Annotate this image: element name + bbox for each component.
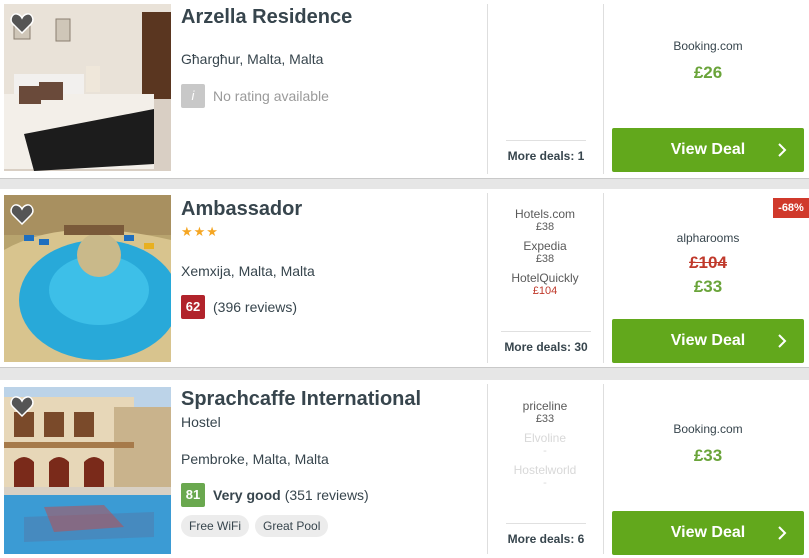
favorite-heart-icon[interactable] — [10, 203, 34, 225]
divider — [603, 384, 604, 554]
more-deals-link[interactable]: More deals: 30 — [501, 331, 591, 354]
hotel-name[interactable]: Arzella Residence — [181, 6, 352, 29]
favorite-heart-icon[interactable] — [10, 12, 34, 34]
rating-row: 81 Very good (351 reviews) — [181, 483, 369, 507]
card-separator — [0, 178, 809, 189]
view-deal-button[interactable]: View Deal — [612, 511, 804, 555]
chevron-right-icon — [778, 526, 787, 540]
rating-score-badge: 81 — [181, 483, 205, 507]
other-deal: Hostelworld - — [500, 463, 590, 489]
property-type: Hostel — [181, 414, 221, 430]
other-deal[interactable]: Hotels.com £38 — [500, 207, 590, 233]
deal-price: £26 — [693, 63, 723, 82]
other-deal[interactable]: Expedia £38 — [500, 239, 590, 265]
hotel-name[interactable]: Sprachcaffe International — [181, 388, 421, 411]
rating-score-badge: i — [181, 84, 205, 108]
chevron-right-icon — [778, 334, 787, 348]
deal-site-price: - — [543, 445, 547, 457]
review-count[interactable]: (396 reviews) — [213, 299, 297, 315]
rating-label: Very good — [213, 487, 281, 503]
deal-site-name: priceline — [522, 399, 568, 413]
more-deals-link[interactable]: More deals: 6 — [506, 523, 586, 546]
other-deals-list: Hotels.com £38 Expedia £38 HotelQuickly … — [500, 207, 590, 303]
favorite-heart-icon[interactable] — [10, 395, 34, 417]
deal-site-price: £38 — [535, 221, 555, 233]
deal-provider: Booking.com — [673, 422, 743, 436]
hotel-location: Għargħur, Malta, Malta — [181, 51, 324, 67]
divider — [603, 4, 604, 174]
deal-site-name: Elvoline — [523, 431, 567, 445]
other-deals-list: priceline £33 Elvoline - Hostelworld - — [500, 399, 590, 495]
deal-site-name: Expedia — [523, 239, 567, 253]
hotel-card: Sprachcaffe International Hostel Pembrok… — [0, 380, 809, 558]
deal-site-name: Hostelworld — [513, 463, 577, 477]
deal-site-name: Hotels.com — [514, 207, 576, 221]
view-deal-label: View Deal — [670, 332, 746, 349]
deal-site-price: - — [543, 477, 547, 489]
divider — [603, 193, 604, 363]
hotel-location: Xemxija, Malta, Malta — [181, 263, 315, 279]
card-separator — [0, 367, 809, 380]
more-deals-link[interactable]: More deals: 1 — [506, 140, 586, 163]
review-count[interactable]: (351 reviews) — [285, 487, 369, 503]
deal-site-price: £38 — [535, 253, 555, 265]
rating-score-badge: 62 — [181, 295, 205, 319]
deal-site-price: £104 — [532, 285, 558, 297]
divider — [487, 193, 488, 363]
hotel-photo[interactable] — [4, 4, 171, 171]
divider — [487, 384, 488, 554]
original-price: £104 — [689, 253, 727, 272]
rating-row: 62 (396 reviews) — [181, 295, 297, 319]
deal-price: £33 — [693, 446, 723, 465]
deal-provider: alpharooms — [676, 231, 740, 245]
deal-site-name: HotelQuickly — [511, 271, 579, 285]
deal-site-price: £33 — [535, 413, 555, 425]
view-deal-label: View Deal — [670, 141, 746, 158]
amenity-tag: Free WiFi — [181, 515, 249, 537]
hotel-card: Arzella Residence Għargħur, Malta, Malta… — [0, 0, 809, 178]
rating-row: i No rating available — [181, 84, 329, 108]
divider — [487, 4, 488, 174]
hotel-location: Pembroke, Malta, Malta — [181, 451, 329, 467]
hotel-photo[interactable] — [4, 195, 171, 362]
other-deal[interactable]: priceline £33 — [500, 399, 590, 425]
other-deal[interactable]: HotelQuickly £104 — [500, 271, 590, 297]
star-rating: ★★★ — [181, 224, 219, 239]
rating-text: No rating available — [213, 88, 329, 104]
view-deal-button[interactable]: View Deal — [612, 128, 804, 172]
chevron-right-icon — [778, 143, 787, 157]
discount-badge: -68% — [773, 198, 809, 218]
amenity-tags: Free WiFi Great Pool — [181, 515, 329, 537]
amenity-tag: Great Pool — [255, 515, 329, 537]
deal-price: £33 — [693, 277, 723, 296]
view-deal-button[interactable]: View Deal — [612, 319, 804, 363]
view-deal-label: View Deal — [670, 524, 746, 541]
other-deal: Elvoline - — [500, 431, 590, 457]
hotel-name[interactable]: Ambassador — [181, 198, 302, 221]
hotel-card: Ambassador ★★★ Xemxija, Malta, Malta 62 … — [0, 189, 809, 367]
hotel-photo[interactable] — [4, 387, 171, 554]
deal-provider: Booking.com — [673, 39, 743, 53]
